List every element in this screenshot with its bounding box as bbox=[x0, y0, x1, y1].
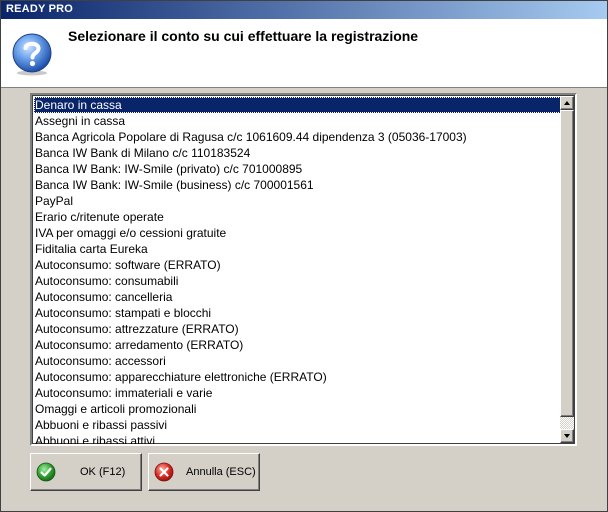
scroll-up-arrow-icon bbox=[564, 101, 570, 105]
list-item[interactable]: Autoconsumo: software (ERRATO) bbox=[34, 257, 561, 273]
list-item[interactable]: Autoconsumo: apparecchiature elettronich… bbox=[34, 369, 561, 385]
check-icon bbox=[36, 462, 56, 482]
list-item[interactable]: Assegni in cassa bbox=[34, 113, 561, 129]
list-item[interactable]: Banca IW Bank di Milano c/c 110183524 bbox=[34, 145, 561, 161]
list-item[interactable]: Autoconsumo: accessori bbox=[34, 353, 561, 369]
list-item[interactable]: Fiditalia carta Eureka bbox=[34, 241, 561, 257]
list-item[interactable]: IVA per omaggi e/o cessioni gratuite bbox=[34, 225, 561, 241]
list-item[interactable]: Autoconsumo: consumabili bbox=[34, 273, 561, 289]
account-listbox[interactable]: Denaro in cassa Assegni in cassa Banca Agr… bbox=[30, 93, 577, 446]
list-item[interactable]: Abbuoni e ribassi passivi bbox=[34, 417, 561, 433]
list-item[interactable]: Denaro in cassa bbox=[34, 97, 561, 113]
window-title: READY PRO bbox=[6, 3, 73, 15]
cancel-button[interactable]: Annulla (ESC) bbox=[148, 453, 260, 491]
list-item[interactable]: Autoconsumo: cancelleria bbox=[34, 289, 561, 305]
ok-button[interactable]: OK (F12) bbox=[30, 453, 142, 491]
dialog-header: Selezionare il conto su cui effettuare l… bbox=[1, 19, 607, 88]
list-item[interactable]: Banca Agricola Popolare di Ragusa c/c 10… bbox=[34, 129, 561, 145]
list-item[interactable]: Autoconsumo: attrezzature (ERRATO) bbox=[34, 321, 561, 337]
scroll-up-button[interactable] bbox=[560, 96, 574, 110]
list-item[interactable]: Autoconsumo: immateriali e varie bbox=[34, 385, 561, 401]
dialog-window: READY PRO Selezionare il conto su cui ef… bbox=[0, 0, 608, 512]
scroll-down-button[interactable] bbox=[560, 429, 574, 443]
cancel-button-label: Annulla (ESC) bbox=[186, 466, 256, 478]
list-item[interactable]: Banca IW Bank: IW-Smile (privato) c/c 70… bbox=[34, 161, 561, 177]
dialog-prompt: Selezionare il conto su cui effettuare l… bbox=[68, 28, 419, 44]
list-item[interactable]: Abbuoni e ribassi attivi bbox=[34, 433, 561, 444]
list-item[interactable]: Erario c/ritenute operate bbox=[34, 209, 561, 225]
vertical-scrollbar[interactable] bbox=[560, 96, 574, 443]
cancel-icon bbox=[154, 462, 174, 482]
list-item[interactable]: Autoconsumo: arredamento (ERRATO) bbox=[34, 337, 561, 353]
scroll-thumb[interactable] bbox=[560, 110, 574, 417]
account-list[interactable]: Denaro in cassa Assegni in cassa Banca Agr… bbox=[34, 97, 561, 444]
question-icon bbox=[12, 33, 52, 76]
list-item[interactable]: Banca IW Bank: IW-Smile (business) c/c 7… bbox=[34, 177, 561, 193]
list-item[interactable]: Omaggi e articoli promozionali bbox=[34, 401, 561, 417]
list-item[interactable]: PayPal bbox=[34, 193, 561, 209]
list-item[interactable]: Autoconsumo: stampati e blocchi bbox=[34, 305, 561, 321]
title-bar[interactable]: READY PRO bbox=[1, 1, 607, 19]
scroll-down-arrow-icon bbox=[564, 434, 570, 438]
ok-button-label: OK (F12) bbox=[80, 466, 126, 478]
